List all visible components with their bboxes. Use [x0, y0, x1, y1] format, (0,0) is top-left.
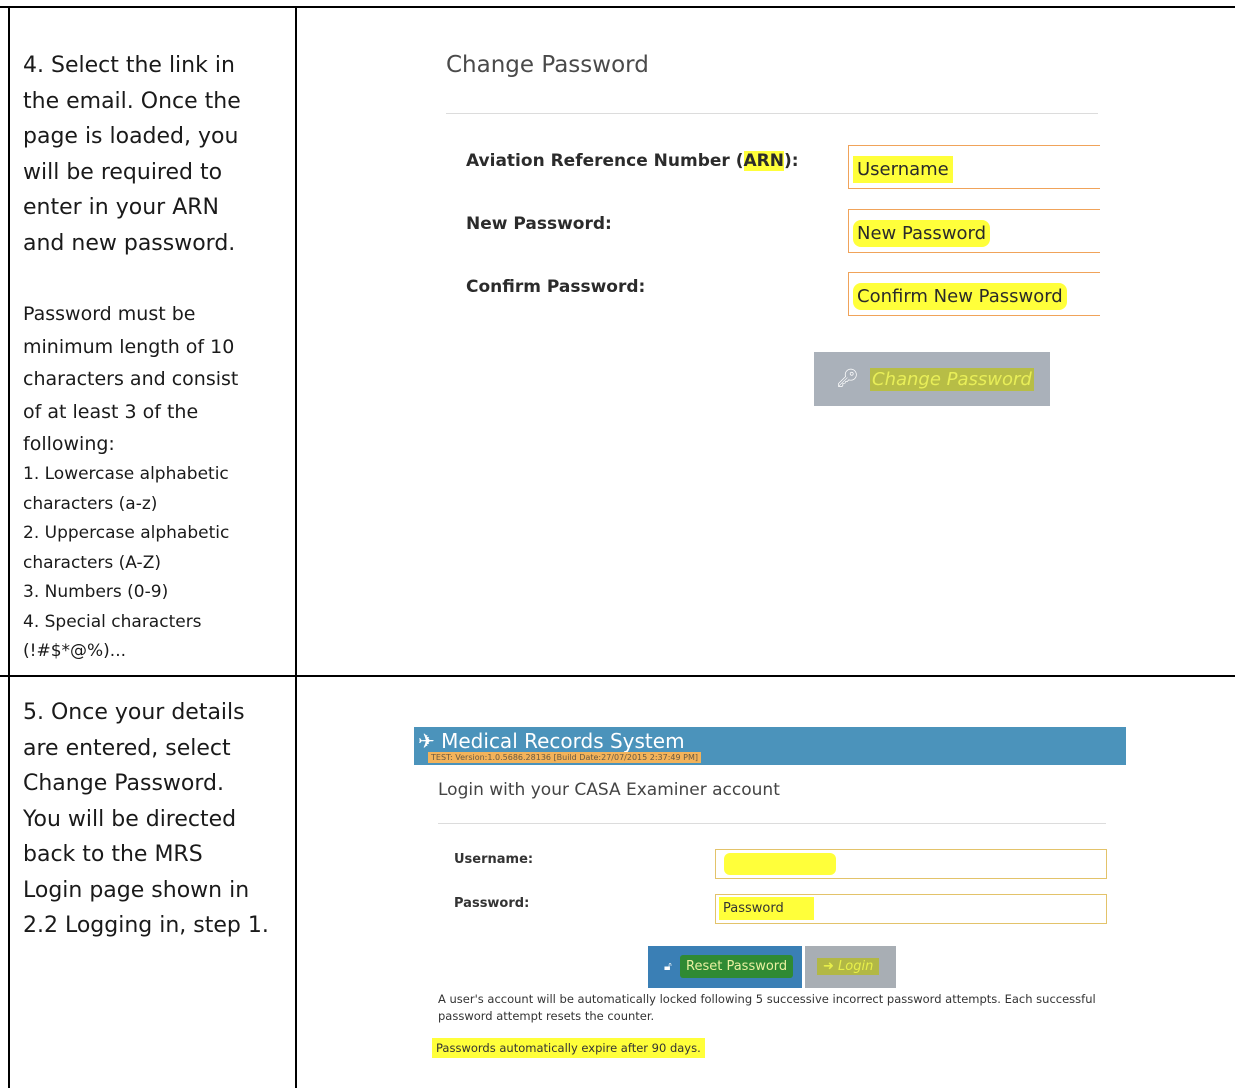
login-icon: ➜︎: [823, 959, 834, 974]
arn-label: Aviation Reference Number (ARN):: [466, 151, 799, 171]
step4-instructions: 4. Select the link in the email. Once th…: [23, 53, 241, 256]
expire-note: Passwords automatically expire after 90 …: [432, 1038, 705, 1058]
new-password-label: New Password:: [466, 214, 612, 234]
new-password-value: New Password: [853, 220, 991, 247]
arn-input-value: Username: [853, 156, 953, 183]
reset-password-button[interactable]: 🔓︎ Reset Password: [648, 946, 802, 988]
mrs-password-value: Password: [719, 897, 814, 920]
change-password-title: Change Password: [446, 52, 649, 78]
table-border-middle: [0, 675, 1235, 677]
confirm-password-input[interactable]: Confirm New Password: [848, 272, 1100, 316]
table-border-top: [0, 6, 1235, 8]
mrs-username-label: Username:: [454, 852, 534, 867]
plane-icon: ✈︎: [418, 729, 435, 753]
table-border-left: [8, 6, 10, 1088]
step5-instructions: 5. Once your details are entered, select…: [23, 700, 269, 938]
mrs-subtitle: Login with your CASA Examiner account: [438, 780, 780, 800]
login-button[interactable]: ➜︎ Login: [805, 946, 896, 988]
reset-password-label: Reset Password: [680, 955, 794, 978]
lock-icon: 🔓︎: [664, 959, 672, 973]
username-redaction: [724, 853, 836, 875]
mrs-password-input[interactable]: Password: [715, 894, 1107, 924]
password-rules-list: 1. Lowercase alphabetic characters (a-z)…: [23, 464, 230, 661]
change-password-button[interactable]: 🔑︎ Change Password: [814, 352, 1050, 406]
title-divider: [446, 113, 1098, 114]
login-button-label: ➜︎ Login: [817, 958, 880, 975]
lockout-note: A user's account will be automatically l…: [438, 992, 1096, 1023]
confirm-password-label: Confirm Password:: [466, 277, 646, 297]
arn-input[interactable]: Username: [848, 145, 1100, 189]
table-column-divider: [295, 6, 297, 1088]
mrs-app-title: ✈︎ Medical Records System: [418, 729, 685, 753]
mrs-password-label: Password:: [454, 896, 530, 911]
password-rules-intro: Password must be minimum length of 10 ch…: [23, 303, 239, 455]
key-icon: 🔑︎: [836, 368, 859, 388]
mrs-divider: [438, 823, 1106, 824]
mrs-username-input[interactable]: [715, 849, 1107, 879]
confirm-password-value: Confirm New Password: [853, 283, 1067, 310]
new-password-input[interactable]: New Password: [848, 209, 1100, 253]
mrs-version: TEST: Version:1.0.5686.28136 [Build Date…: [428, 752, 701, 763]
change-password-button-label: Change Password: [870, 368, 1034, 391]
